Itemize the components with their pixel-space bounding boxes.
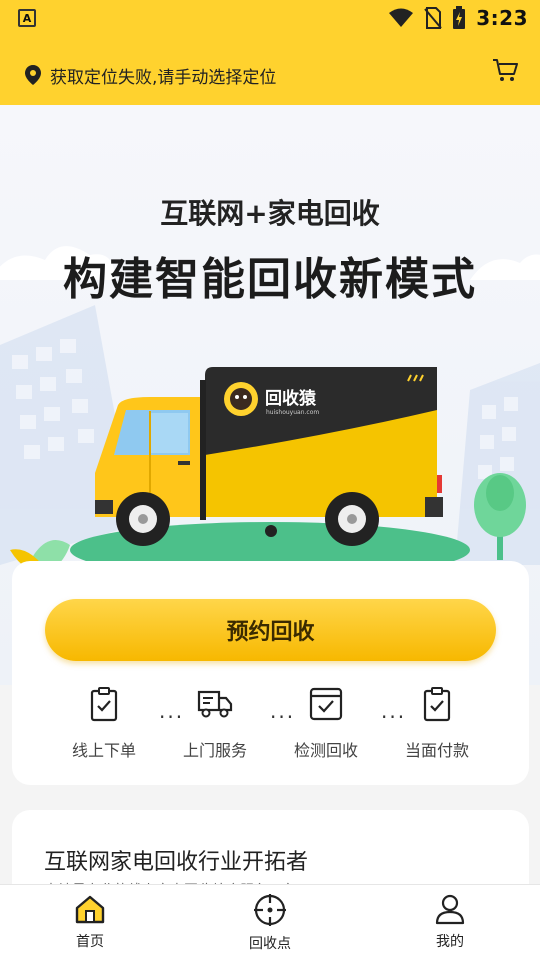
book-recycle-button[interactable]: 预约回收 bbox=[45, 599, 496, 661]
truck-domain: huishouyuan.com bbox=[266, 409, 319, 416]
home-icon bbox=[75, 895, 105, 924]
tab-home[interactable]: 首页 bbox=[30, 893, 150, 951]
info-heading: 互联网家电回收行业开拓者 bbox=[44, 850, 309, 875]
step-inspect-recycle: 检测回收 bbox=[271, 683, 381, 761]
step-pay-in-person: 当面付款 bbox=[382, 683, 492, 761]
battery-charging-icon bbox=[453, 6, 466, 29]
location-pin-icon[interactable] bbox=[24, 64, 42, 86]
location-text[interactable]: 获取定位失败,请手动选择定位 bbox=[50, 63, 276, 88]
clock: 3:23 bbox=[476, 6, 528, 30]
box-check-icon bbox=[309, 687, 343, 721]
truck: 回收猿 huishouyuan.com bbox=[95, 367, 443, 546]
no-sim-icon bbox=[424, 7, 443, 29]
clipboard-check-icon bbox=[90, 687, 118, 722]
step-onsite-service: 上门服务 bbox=[160, 683, 270, 761]
clipboard-check-icon bbox=[423, 687, 451, 722]
cart-icon[interactable] bbox=[492, 58, 518, 82]
crosshair-icon bbox=[254, 894, 286, 926]
truck-brand: 回收猿 bbox=[265, 388, 317, 409]
truck-icon bbox=[197, 690, 233, 718]
hero-title: 构建智能回收新模式 bbox=[63, 254, 477, 305]
bottom-tab-bar: 首页 回收点 我的 bbox=[0, 884, 540, 960]
tab-mine[interactable]: 我的 bbox=[390, 893, 510, 951]
location-bar: 获取定位失败,请手动选择定位 bbox=[0, 36, 540, 105]
tab-recycle-points[interactable]: 回收点 bbox=[210, 893, 330, 953]
wifi-icon bbox=[389, 8, 414, 27]
user-icon bbox=[435, 894, 465, 925]
step-order-online: 线上下单 bbox=[49, 683, 159, 761]
process-steps: 线上下单 ... 上门服务 ... 检测回收 ... 当面付款 bbox=[12, 683, 529, 763]
status-bar: A 3:23 bbox=[0, 0, 540, 36]
notification-icon: A bbox=[18, 9, 36, 27]
hero-subtitle: 互联网+家电回收 bbox=[160, 197, 380, 230]
booking-card: 预约回收 线上下单 ... 上门服务 ... 检测回收 ... 当面付款 bbox=[12, 561, 529, 785]
status-icons: 3:23 bbox=[388, 6, 528, 30]
